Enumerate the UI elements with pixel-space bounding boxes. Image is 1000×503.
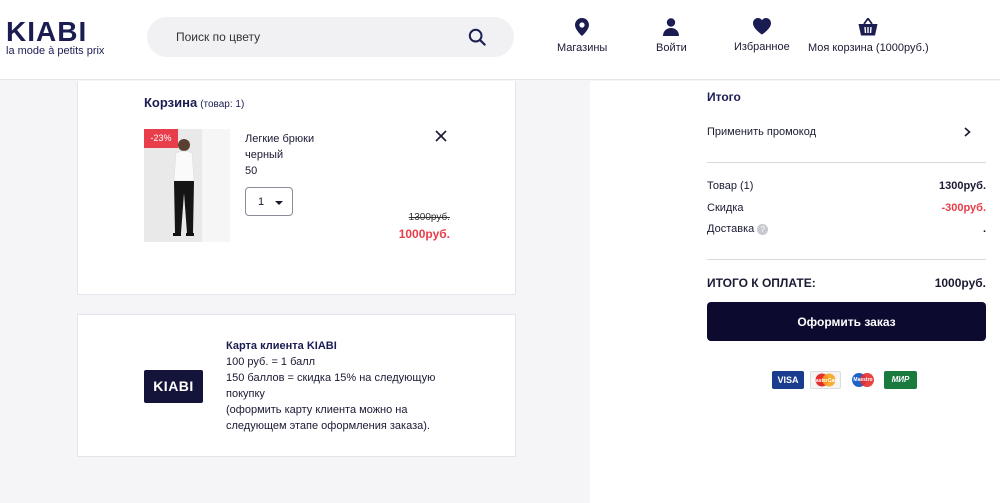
product-size: 50 <box>245 165 258 177</box>
summary-row-items: Товар (1) 1300руб. <box>707 180 986 192</box>
order-summary-panel <box>590 81 1000 503</box>
cart-title: Корзина (товар: 1) <box>144 95 244 110</box>
order-total: ИТОГО К ОПЛАТЕ: 1000руб. <box>707 276 986 290</box>
location-pin-icon <box>575 18 590 36</box>
visa-label: VISA <box>777 375 799 385</box>
discount-badge: -23% <box>144 129 178 148</box>
product-details: Легкие брюки черный 50 <box>245 131 314 179</box>
mir-label: МИР <box>891 375 910 384</box>
old-price: 1300руб. <box>408 212 450 223</box>
search-input[interactable]: Поиск по цвету <box>176 30 260 44</box>
logo-wordmark: KIABI <box>6 16 88 47</box>
product-color: черный <box>245 149 284 161</box>
summary-row-delivery: Доставка? . <box>707 223 986 235</box>
product-image[interactable]: -23% <box>144 129 230 242</box>
cart-item-count: (товар: 1) <box>200 99 245 110</box>
kiabi-logo[interactable]: KIABI la mode à petits prix <box>6 16 105 58</box>
cart-card: Корзина (товар: 1) -23% Легкие брюки черн… <box>77 81 516 295</box>
loyalty-line: 150 баллов = скидка 15% на следующую пок… <box>226 372 436 400</box>
summary-title: Итого <box>707 90 741 104</box>
help-icon[interactable]: ? <box>757 223 769 235</box>
divider <box>707 162 986 163</box>
maestro-icon: Maestro <box>850 371 876 389</box>
divider <box>707 259 986 260</box>
chevron-right-icon <box>964 127 971 137</box>
summary-row-label: Товар (1) <box>707 180 754 192</box>
nav-login-label: Войти <box>656 42 687 54</box>
summary-row-value: 1300руб. <box>938 180 986 192</box>
summary-row-label: Доставка <box>707 223 755 235</box>
loyalty-line: (оформить карту клиента можно на следующ… <box>226 404 430 432</box>
mastercard-icon: MasterCard <box>810 371 841 389</box>
loyalty-card-info: KIABI Карта клиента KIABI 100 руб. = 1 б… <box>77 314 516 457</box>
search-icon[interactable] <box>468 28 486 46</box>
loyalty-line: 100 руб. = 1 балл <box>226 356 316 368</box>
summary-row-discount: Скидка -300руб. <box>707 202 986 214</box>
new-price: 1000руб. <box>398 227 450 241</box>
close-icon[interactable] <box>434 129 448 143</box>
summary-row-value: -300руб. <box>941 202 986 214</box>
logo-tagline: la mode à petits prix <box>6 45 105 57</box>
nav-stores[interactable]: Магазины <box>557 18 607 54</box>
summary-row-label: Скидка <box>707 202 744 214</box>
search-bar[interactable]: Поиск по цвету <box>147 17 514 57</box>
apply-promo-code[interactable]: Применить промокод <box>707 126 986 142</box>
mir-icon: МИР <box>884 371 917 389</box>
cart-title-text: Корзина <box>144 95 198 110</box>
nav-favorites[interactable]: Избранное <box>734 18 790 53</box>
loyalty-title: Карта клиента KIABI <box>226 340 337 352</box>
chevron-down-icon <box>275 201 283 205</box>
promo-label: Применить промокод <box>707 126 816 138</box>
loyalty-text: Карта клиента KIABI 100 руб. = 1 балл 15… <box>226 338 456 434</box>
mastercard-label: MasterCard <box>811 378 840 384</box>
site-header: KIABI la mode à petits prix Поиск по цве… <box>0 0 1000 80</box>
quantity-value: 1 <box>258 196 265 208</box>
heart-icon <box>752 18 771 35</box>
kiabi-card-logo: KIABI <box>144 370 203 403</box>
total-label: ИТОГО К ОПЛАТЕ: <box>707 276 816 290</box>
basket-icon <box>858 18 878 36</box>
visa-icon: VISA <box>772 371 804 389</box>
maestro-label: Maestro <box>853 377 873 383</box>
nav-login[interactable]: Войти <box>656 18 687 54</box>
nav-cart-label: Моя корзина (1000руб.) <box>808 42 929 54</box>
nav-favorites-label: Избранное <box>734 41 790 53</box>
user-icon <box>663 18 680 36</box>
summary-row-value: . <box>982 223 986 235</box>
quantity-select[interactable]: 1 <box>245 187 293 216</box>
nav-stores-label: Магазины <box>557 42 608 54</box>
nav-cart[interactable]: Моя корзина (1000руб.) <box>808 18 929 54</box>
checkout-button[interactable]: Оформить заказ <box>707 302 986 341</box>
product-name[interactable]: Легкие брюки <box>245 131 314 147</box>
total-value: 1000руб. <box>934 276 986 290</box>
